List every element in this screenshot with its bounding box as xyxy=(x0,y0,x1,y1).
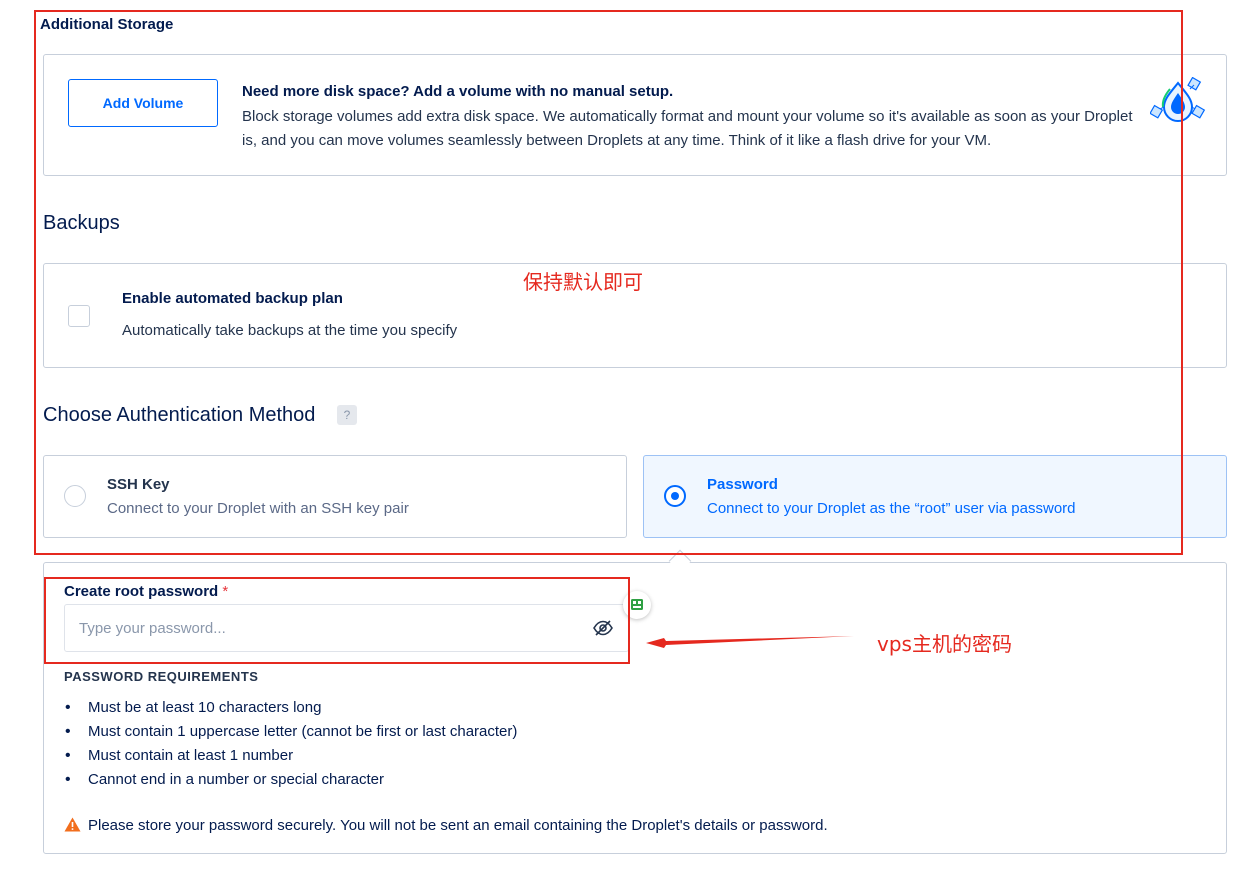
annotation-note-keep-default: 保持默认即可 xyxy=(523,270,643,294)
requirement-item: Must be at least 10 characters long xyxy=(64,696,517,720)
annotation-box-password xyxy=(44,577,630,664)
warning-icon xyxy=(64,817,81,832)
password-requirements-list: Must be at least 10 characters long Must… xyxy=(64,696,517,792)
annotation-note-vps-password: vps主机的密码 xyxy=(877,632,1012,656)
requirement-item: Must contain at least 1 number xyxy=(64,744,517,768)
password-warning-text: Please store your password securely. You… xyxy=(88,817,828,834)
annotation-arrow-icon xyxy=(646,636,854,648)
requirement-item: Must contain 1 uppercase letter (cannot … xyxy=(64,720,517,744)
requirement-item: Cannot end in a number or special charac… xyxy=(64,768,517,792)
password-warning: Please store your password securely. You… xyxy=(64,817,828,834)
password-requirements-title: PASSWORD REQUIREMENTS xyxy=(64,669,259,684)
